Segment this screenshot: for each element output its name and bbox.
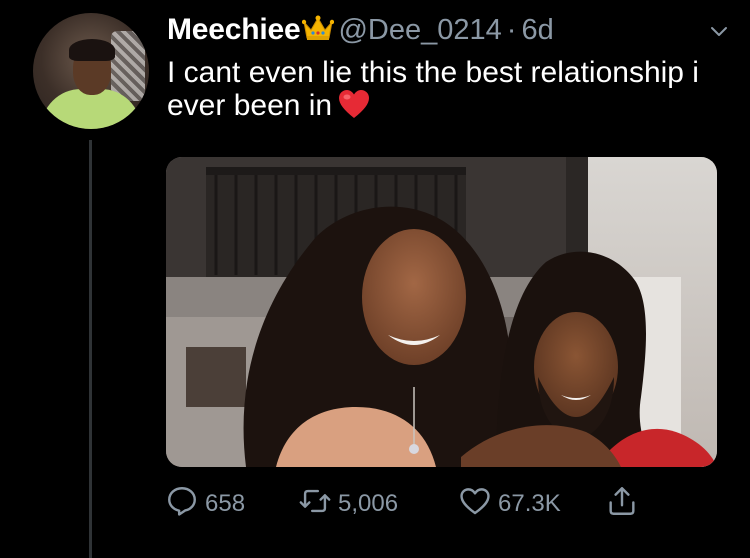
heart-icon <box>458 484 492 525</box>
reply-button[interactable]: 658 <box>165 484 245 524</box>
tweet-header: Meechiee @Dee_0214 · 6d <box>167 10 730 50</box>
like-count: 67.3K <box>498 490 561 517</box>
retweet-icon <box>298 484 332 525</box>
avatar-hair <box>69 39 115 61</box>
tweet-photo[interactable] <box>166 157 717 467</box>
tweet-body: I cant even lie this the best relationsh… <box>167 56 699 122</box>
user-handle[interactable]: @Dee_0214 <box>338 14 501 47</box>
author-avatar[interactable] <box>33 13 149 129</box>
share-icon <box>605 484 639 525</box>
like-button[interactable]: 67.3K <box>458 484 561 524</box>
tweet-actions: 658 5,006 67.3K <box>165 484 645 524</box>
retweet-button[interactable]: 5,006 <box>298 484 398 524</box>
tweet-text: I cant even lie this the best relationsh… <box>167 56 727 126</box>
reply-icon <box>165 484 199 525</box>
separator-dot: · <box>506 13 517 46</box>
thread-line <box>89 140 92 558</box>
tweet-timestamp[interactable]: 6d <box>521 14 553 47</box>
retweet-count: 5,006 <box>338 490 399 517</box>
chevron-down-icon[interactable] <box>708 20 730 47</box>
reply-count: 658 <box>205 490 246 517</box>
red-heart-emoji <box>338 89 370 126</box>
crown-emoji <box>302 14 335 47</box>
share-button[interactable] <box>605 484 639 524</box>
avatar-background <box>111 31 145 101</box>
display-name[interactable]: Meechiee <box>167 13 301 47</box>
